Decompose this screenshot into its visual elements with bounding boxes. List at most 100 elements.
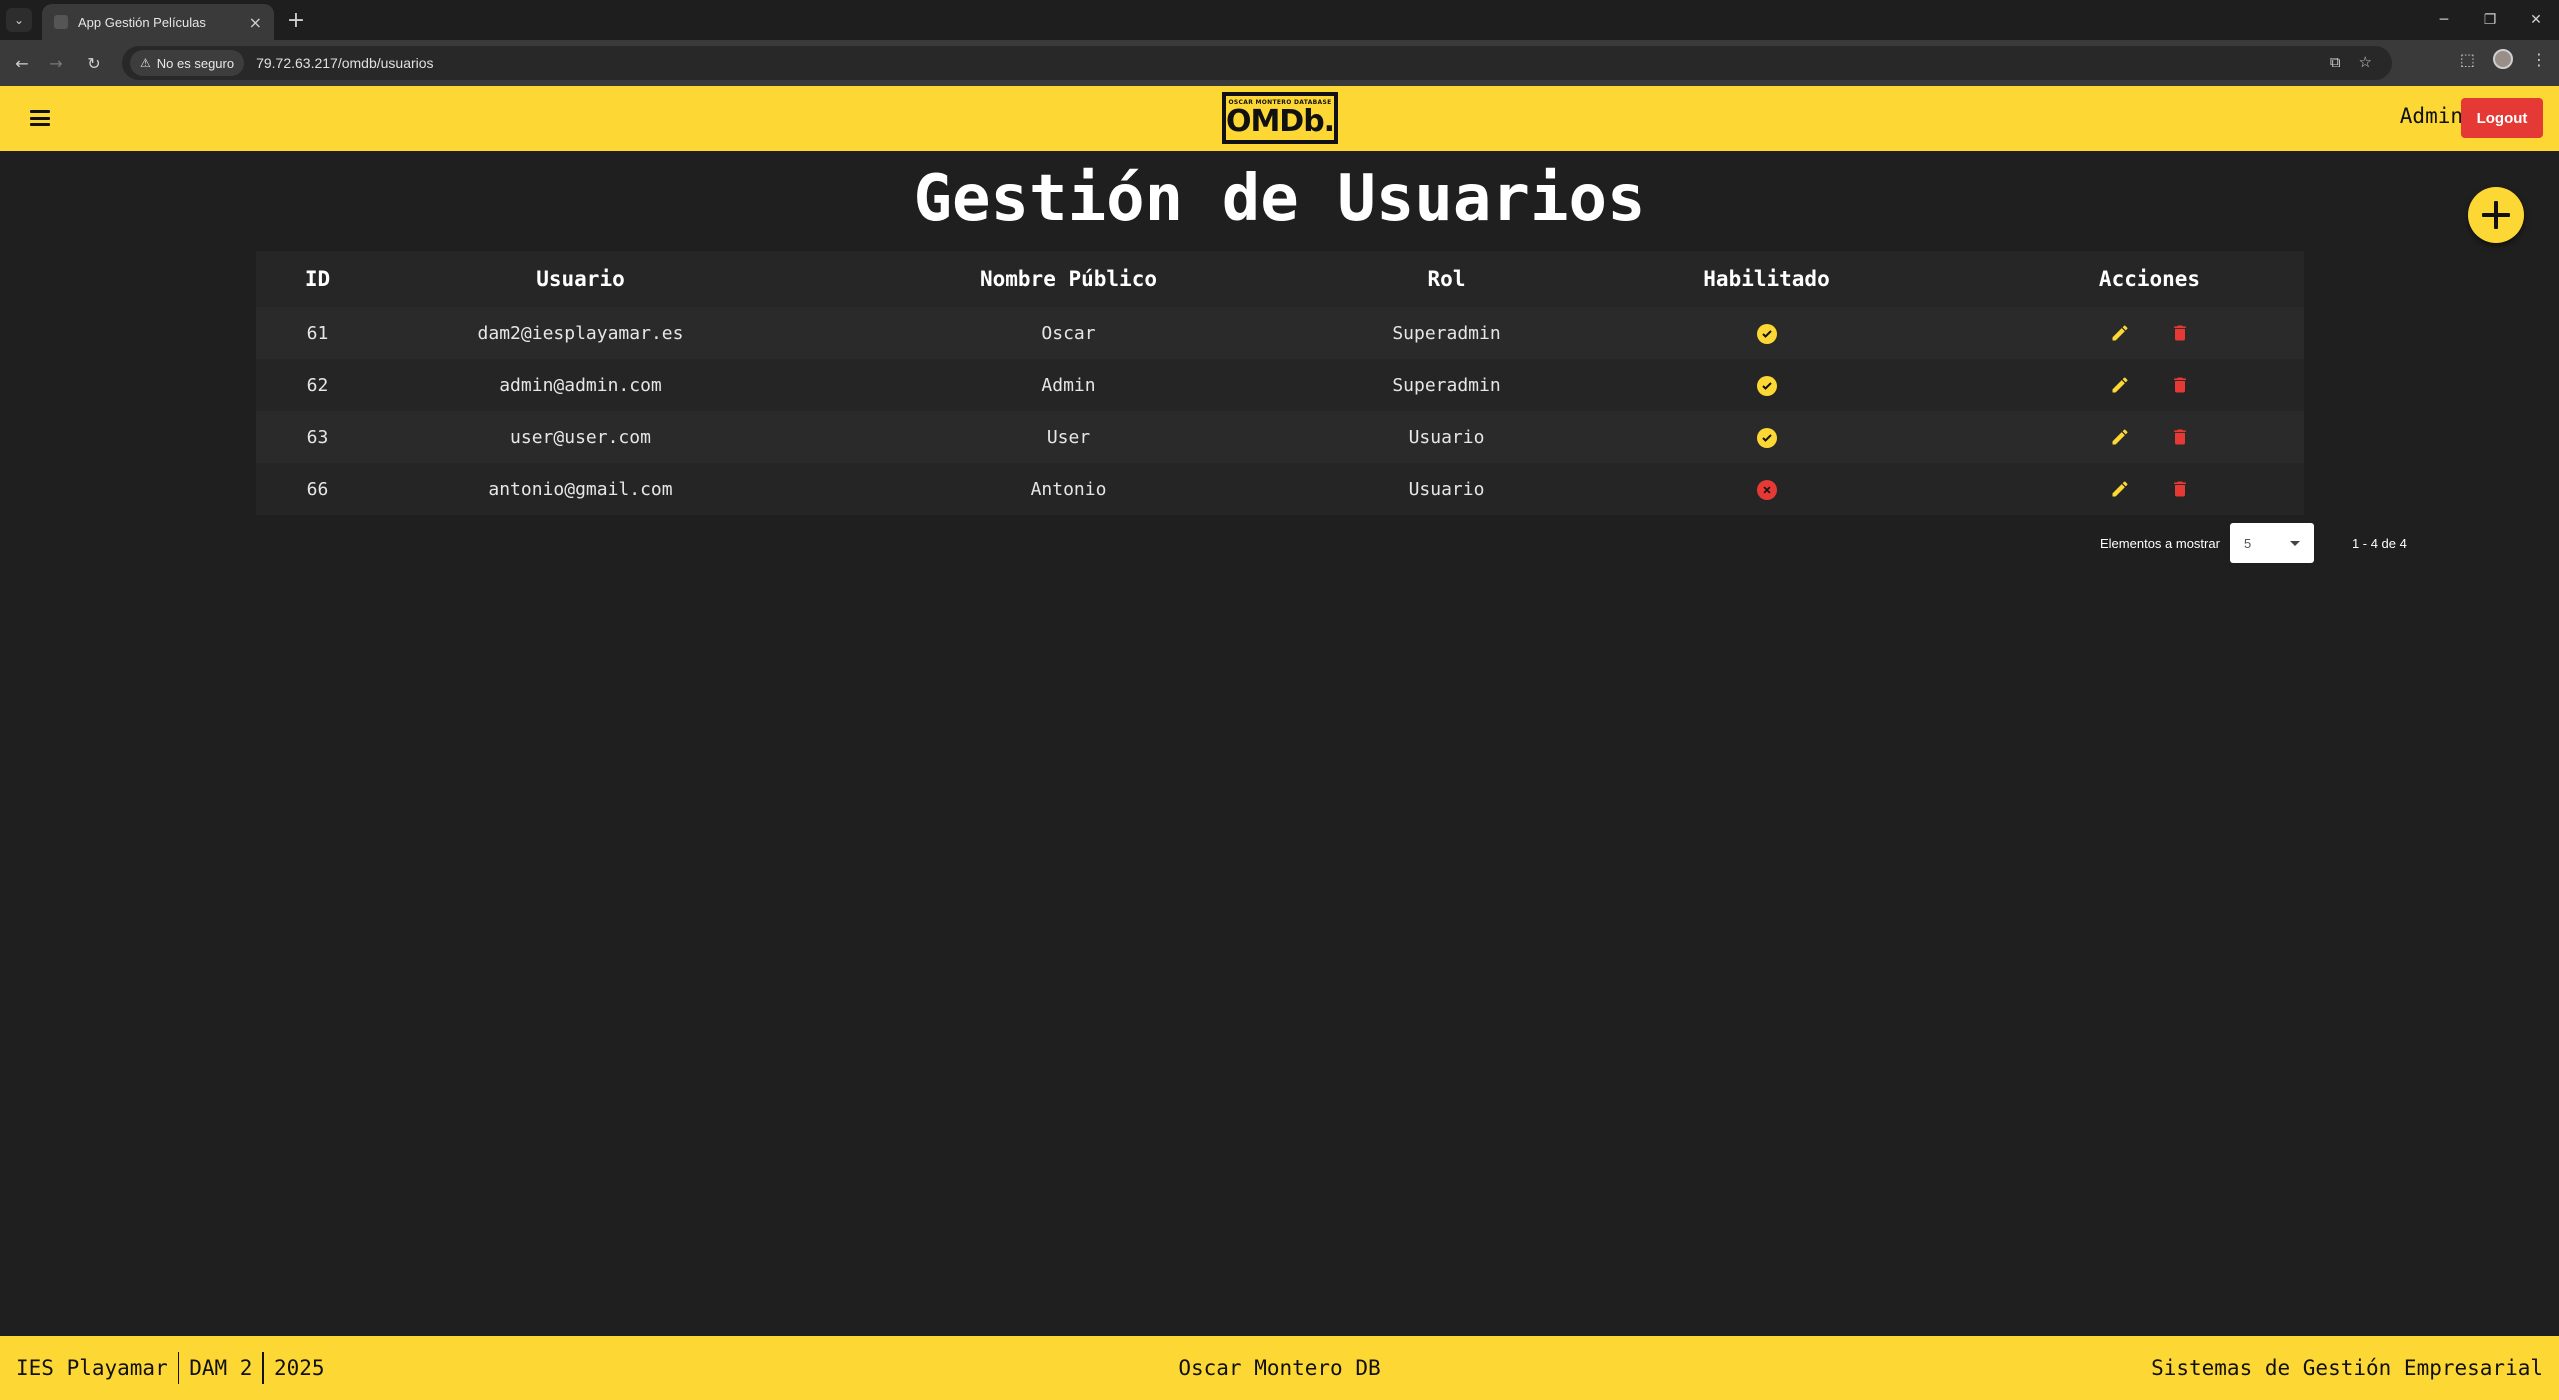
table-row: 61 dam2@iesplayamar.es Oscar Superadmin: [256, 307, 2304, 359]
cell-id: 63: [256, 411, 379, 463]
app-footer: IES Playamar DAM 2 2025 Oscar Montero DB…: [0, 1336, 2559, 1400]
minimize-icon[interactable]: ─: [2421, 0, 2467, 40]
tab-title: App Gestión Películas: [78, 14, 206, 30]
last-page-icon[interactable]: [2509, 534, 2527, 552]
check-circle-icon: [1756, 427, 1777, 448]
new-tab-icon[interactable]: +: [282, 6, 310, 34]
menu-icon[interactable]: [28, 107, 52, 129]
browser-menu-icon[interactable]: ⋮: [2531, 50, 2547, 69]
cell-habilitado: [1538, 463, 1995, 515]
edit-icon[interactable]: [2108, 321, 2132, 345]
browser-tab[interactable]: App Gestión Películas ×: [42, 4, 274, 40]
column-header-rol: Rol: [1427, 267, 1466, 291]
favicon-icon: [54, 15, 68, 29]
browser-toolbar: ← → ↻ ⚠ No es seguro 79.72.63.217/omdb/u…: [0, 40, 2559, 86]
url-text[interactable]: 79.72.63.217/omdb/usuarios: [256, 55, 433, 71]
browser-tab-strip: ⌄ App Gestión Películas × + ─ ❐ ✕: [0, 0, 2559, 40]
cell-acciones: [1995, 307, 2304, 359]
page-range: 1 - 4 de 4: [2351, 535, 2407, 551]
cell-rol: Usuario: [1355, 463, 1538, 515]
footer-right: Sistemas de Gestión Empresarial: [2151, 1356, 2543, 1380]
cell-nombre-publico: User: [782, 411, 1355, 463]
table-row: 63 user@user.com User Usuario: [256, 411, 2304, 463]
cell-habilitado: [1538, 307, 1995, 359]
add-user-button[interactable]: [2468, 187, 2524, 243]
page-size-select[interactable]: 5: [2229, 523, 2314, 563]
page-size-value: 5: [2243, 535, 2252, 551]
cell-rol: Superadmin: [1355, 359, 1538, 411]
forward-icon[interactable]: →: [42, 49, 70, 77]
column-header-id: ID: [304, 267, 331, 291]
omdb-logo[interactable]: OSCAR MONTERO DATABASE OMDb.: [1222, 92, 1338, 144]
translate-icon[interactable]: ⧉: [2330, 53, 2341, 71]
chevron-down-icon: [2289, 541, 2300, 546]
next-page-icon[interactable]: [2483, 534, 2501, 552]
cell-id: 66: [256, 463, 379, 515]
cell-rol: Usuario: [1355, 411, 1538, 463]
footer-left: IES Playamar DAM 2 2025: [16, 1352, 325, 1384]
cell-usuario: antonio@gmail.com: [379, 463, 782, 515]
footer-course: DAM 2: [189, 1356, 253, 1380]
cell-habilitado: [1538, 359, 1995, 411]
delete-icon[interactable]: [2168, 425, 2192, 449]
cell-acciones: [1995, 463, 2304, 515]
table-row: 62 admin@admin.com Admin Superadmin: [256, 359, 2304, 411]
delete-icon[interactable]: [2168, 373, 2192, 397]
footer-school: IES Playamar: [16, 1356, 168, 1380]
cell-acciones: [1995, 359, 2304, 411]
cancel-circle-icon: [1756, 479, 1777, 500]
page-title: Gestión de Usuarios: [913, 162, 1646, 236]
cell-usuario: dam2@iesplayamar.es: [379, 307, 782, 359]
security-chip[interactable]: ⚠ No es seguro: [130, 50, 245, 76]
paginator: Elementos a mostrar 5 1 - 4 de 4: [2100, 523, 2527, 563]
edit-icon[interactable]: [2108, 425, 2132, 449]
column-header-usuario: Usuario: [536, 267, 625, 291]
extensions-icon[interactable]: ⬚: [2460, 50, 2475, 69]
window-controls: ─ ❐ ✕: [2421, 0, 2559, 40]
close-window-icon[interactable]: ✕: [2513, 0, 2559, 40]
check-circle-icon: [1756, 323, 1777, 344]
cell-usuario: admin@admin.com: [379, 359, 782, 411]
previous-page-icon[interactable]: [2457, 534, 2475, 552]
back-icon[interactable]: ←: [8, 49, 36, 77]
cell-habilitado: [1538, 411, 1995, 463]
footer-divider: [177, 1352, 180, 1384]
current-user-name: Admin: [2399, 104, 2463, 128]
cell-id: 62: [256, 359, 379, 411]
edit-icon[interactable]: [2108, 477, 2132, 501]
column-header-nombre: Nombre Público: [979, 267, 1157, 291]
cell-nombre-publico: Antonio: [782, 463, 1355, 515]
page-size-label: Elementos a mostrar: [2100, 535, 2220, 551]
tab-search-icon[interactable]: ⌄: [6, 8, 32, 32]
plus-icon: [2482, 201, 2510, 229]
check-circle-icon: [1756, 375, 1777, 396]
first-page-icon[interactable]: [2431, 534, 2449, 552]
bookmark-star-icon[interactable]: ☆: [2359, 53, 2372, 71]
cell-id: 61: [256, 307, 379, 359]
tab-close-icon[interactable]: ×: [249, 13, 262, 32]
app-header: OSCAR MONTERO DATABASE OMDb. Admin Logou…: [0, 86, 2559, 151]
cell-nombre-publico: Oscar: [782, 307, 1355, 359]
delete-icon[interactable]: [2168, 477, 2192, 501]
column-header-habilitado: Habilitado: [1703, 267, 1830, 291]
logout-button[interactable]: Logout: [2461, 98, 2543, 138]
warning-icon: ⚠: [140, 56, 151, 70]
column-header-acciones: Acciones: [2098, 267, 2201, 291]
restore-icon[interactable]: ❐: [2467, 0, 2513, 40]
table-header-row: ID Usuario Nombre Público Rol Habilitado…: [256, 251, 2304, 307]
cell-acciones: [1995, 411, 2304, 463]
edit-icon[interactable]: [2108, 373, 2132, 397]
security-label: No es seguro: [156, 55, 235, 71]
cell-rol: Superadmin: [1355, 307, 1538, 359]
profile-avatar[interactable]: [2493, 49, 2513, 69]
logo-text: OMDb.: [1225, 104, 1335, 139]
delete-icon[interactable]: [2168, 321, 2192, 345]
footer-year: 2025: [273, 1356, 325, 1380]
reload-icon[interactable]: ↻: [80, 49, 108, 77]
table-row: 66 antonio@gmail.com Antonio Usuario: [256, 463, 2304, 515]
footer-divider: [262, 1352, 264, 1384]
cell-usuario: user@user.com: [379, 411, 782, 463]
users-table: ID Usuario Nombre Público Rol Habilitado…: [256, 251, 2304, 515]
address-bar[interactable]: ⚠ No es seguro 79.72.63.217/omdb/usuario…: [122, 46, 2392, 80]
cell-nombre-publico: Admin: [782, 359, 1355, 411]
